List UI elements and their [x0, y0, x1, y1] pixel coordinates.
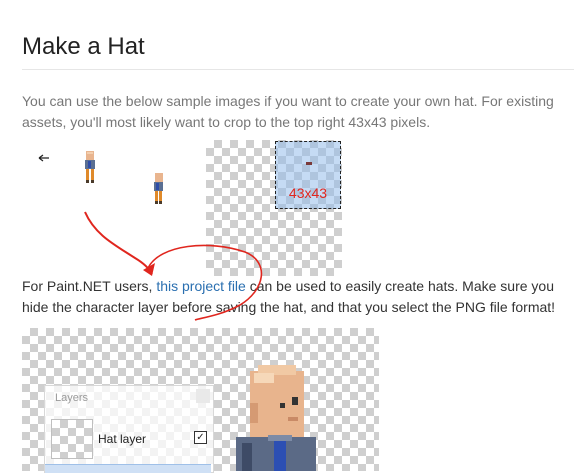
crop-size-label: 43x43	[288, 185, 328, 201]
paintnet-text-before: For Paint.NET users,	[22, 278, 157, 294]
layers-panel-title: Layers	[55, 392, 89, 404]
page-title: Make a Hat	[22, 33, 145, 60]
character-sprite-front	[85, 151, 95, 183]
sample-arrow-icon	[38, 150, 50, 162]
intro-paragraph: You can use the below sample images if y…	[22, 93, 554, 130]
paintnet-paragraph: For Paint.NET users, this project file c…	[22, 276, 574, 318]
hat-layer-visibility-checkbox[interactable]: ✓	[194, 431, 207, 444]
hat-layer-name[interactable]: Hat layer	[98, 432, 146, 446]
character-sprite-side	[154, 173, 163, 204]
character-layer-row[interactable]	[45, 464, 211, 473]
project-file-link[interactable]: this project file	[156, 278, 245, 294]
crop-selection-box: 43x43	[275, 141, 341, 209]
hat-layer-thumbnail[interactable]	[51, 419, 93, 459]
tiny-hat-sprite	[306, 162, 312, 165]
title-divider	[22, 69, 574, 70]
layers-panel: Layers Hat layer ✓	[44, 385, 214, 473]
character-large-preview	[236, 365, 316, 471]
layers-panel-close-icon[interactable]	[196, 389, 210, 403]
